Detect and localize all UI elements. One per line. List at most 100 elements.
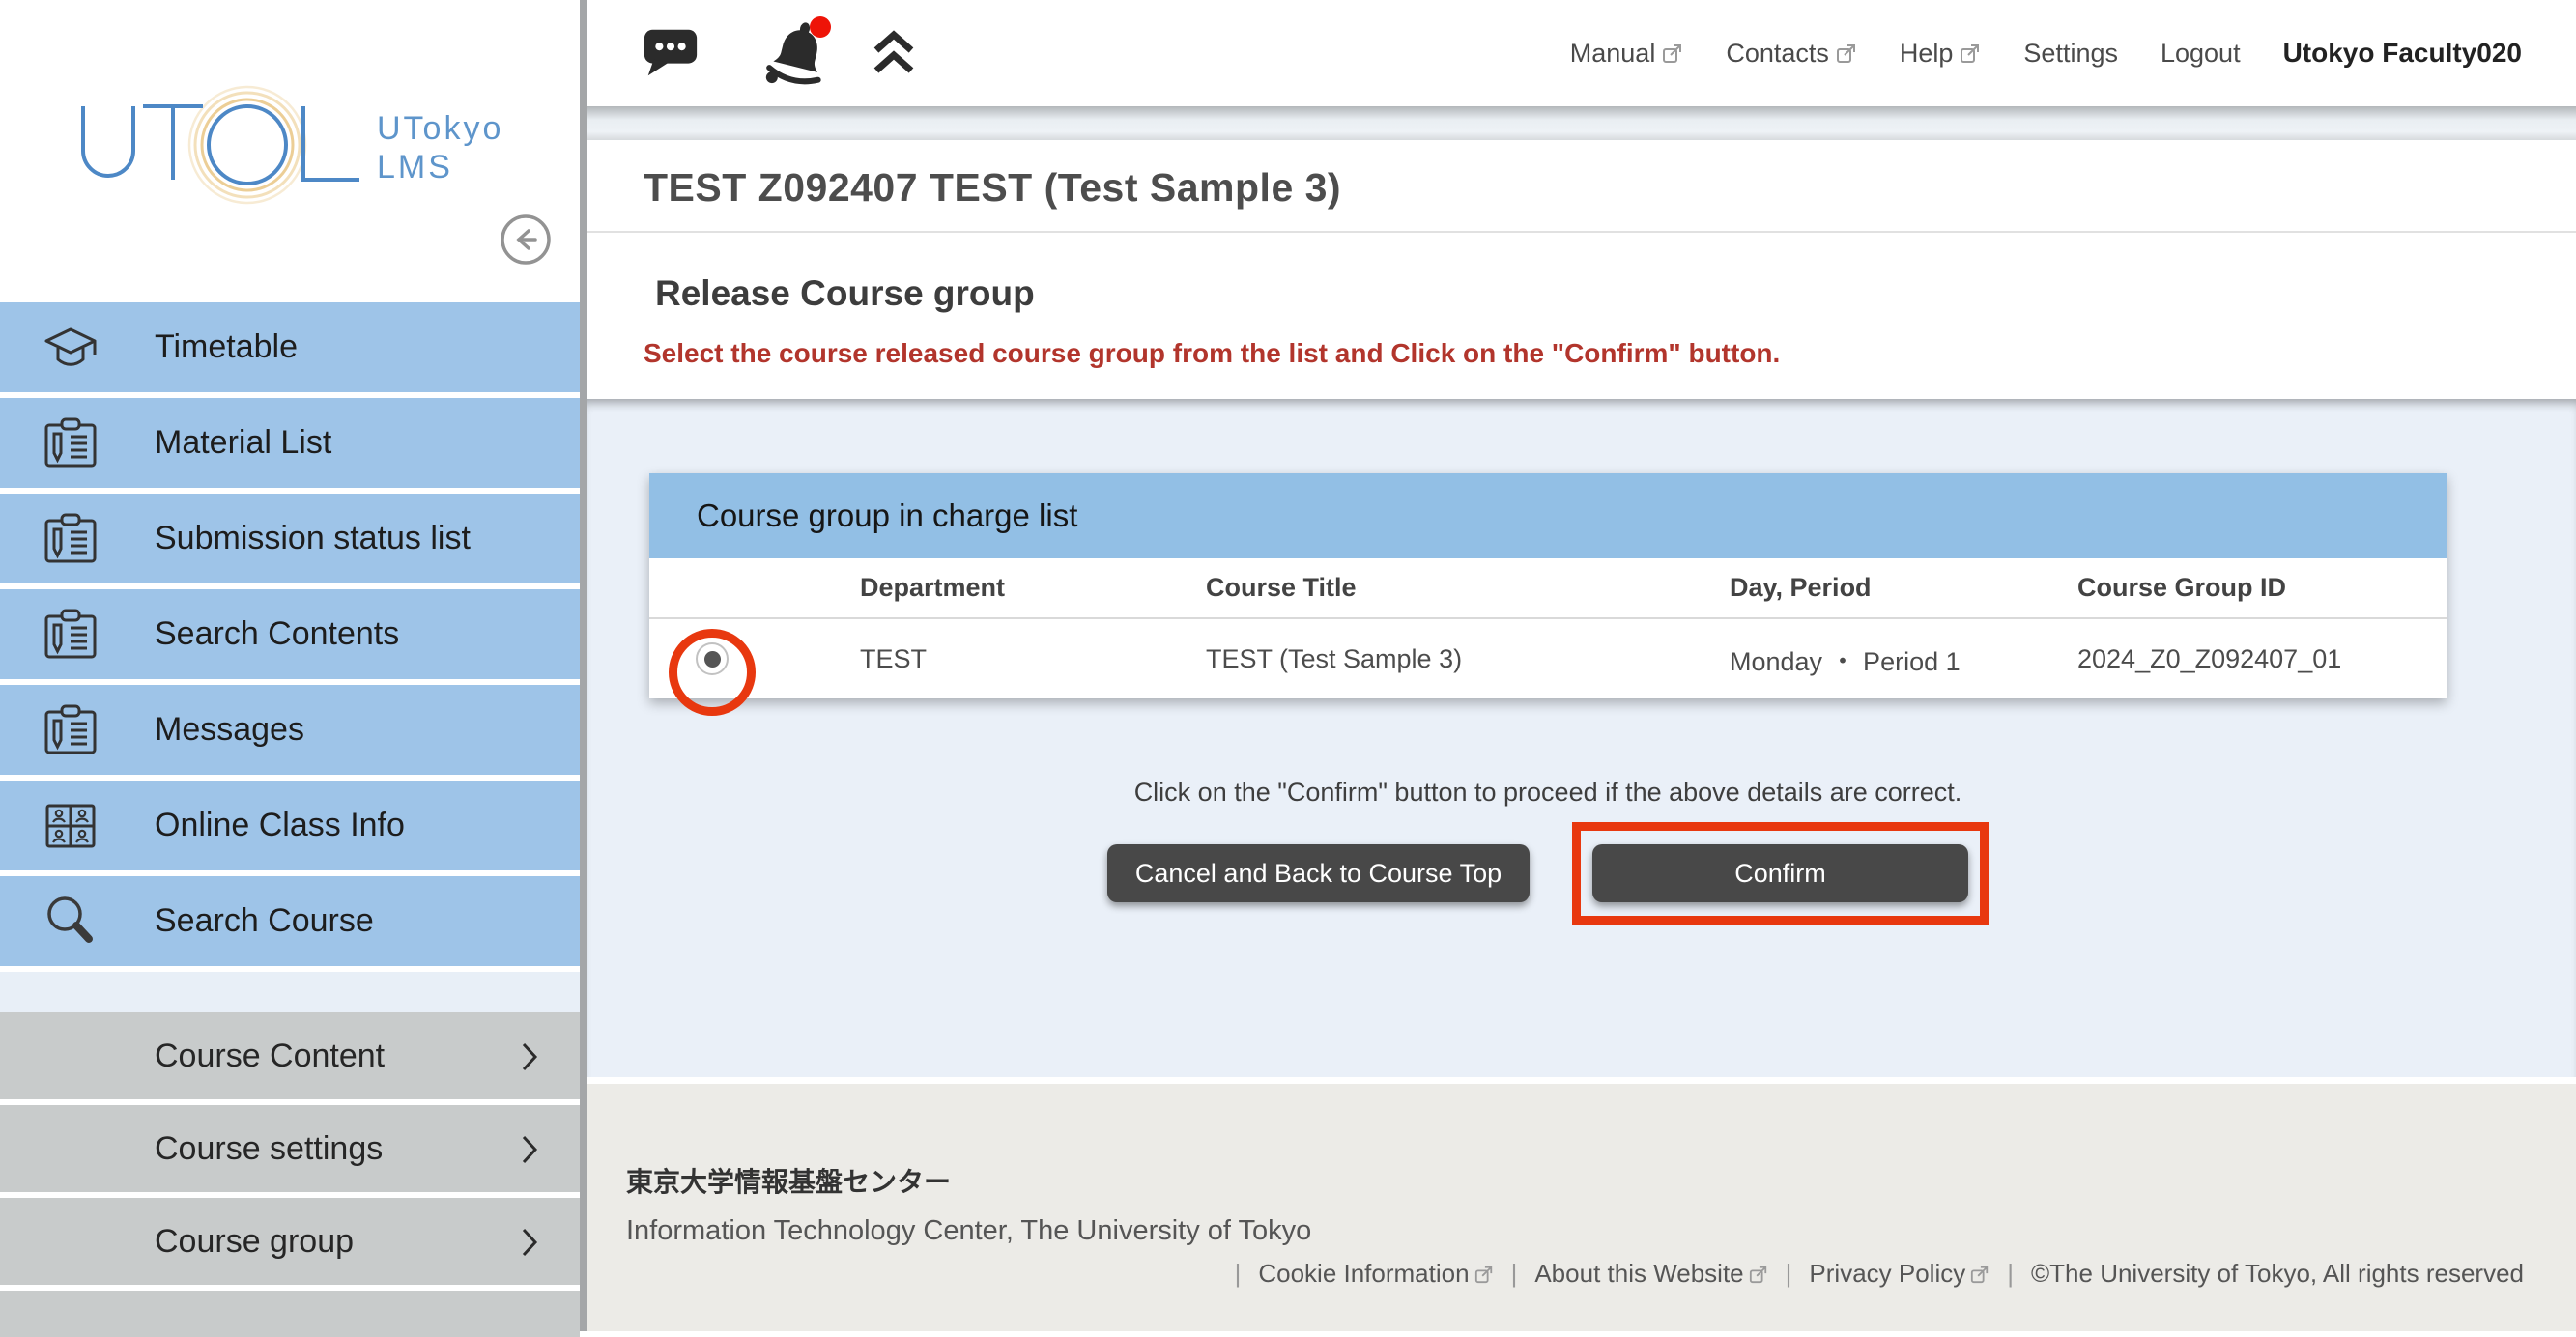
footer-links: | Cookie Information | About this Websit… (626, 1259, 2524, 1289)
footer: 東京大学情報基盤センター Information Technology Cent… (587, 1084, 2576, 1331)
topbar-nav: Manual Contacts Help Settings Logout Uto… (1570, 0, 2522, 106)
video-grid-icon (39, 794, 102, 858)
chevron-right-icon (518, 1040, 541, 1078)
nav-link-label: Settings (2023, 39, 2118, 69)
footer-org-en: Information Technology Center, The Unive… (626, 1215, 2524, 1247)
nav-link-label: Contacts (1726, 39, 1829, 69)
sidebar: UTokyo LMS Timetable (0, 0, 580, 1331)
logo-subtitle-1: UTokyo (377, 110, 503, 147)
cell-department: TEST (775, 644, 1121, 674)
magnifier-icon (39, 890, 102, 953)
cell-course-group-id: 2024_Z0_Z092407_01 (2019, 644, 2447, 674)
sidebar-section-course-content[interactable]: Course Content (0, 1012, 580, 1099)
sidebar-item-material-list[interactable]: Material List (0, 398, 580, 488)
footer-link-label: Privacy Policy (1809, 1259, 1965, 1289)
external-link-icon (1970, 1265, 1989, 1284)
cell-day-period: Monday ・ Period 1 (1643, 640, 2019, 678)
nav-link-settings[interactable]: Settings (2023, 39, 2118, 69)
buttons-row: Cancel and Back to Course Top Confirm (649, 822, 2447, 925)
external-link-icon (1749, 1265, 1768, 1284)
sidebar-item-online-class-info[interactable]: Online Class Info (0, 781, 580, 870)
sidebar-section-label: Course Content (155, 1038, 385, 1075)
radio-selected-dot (704, 651, 721, 668)
title-section: TEST Z092407 TEST (Test Sample 3) Releas… (587, 140, 2576, 399)
footer-link-cookie-information[interactable]: Cookie Information (1258, 1259, 1493, 1289)
nav-link-help[interactable]: Help (1900, 39, 1982, 69)
confirm-button[interactable]: Confirm (1592, 844, 1968, 902)
external-link-icon (1662, 43, 1683, 64)
sidebar-section-course-group[interactable]: Course group (0, 1198, 580, 1285)
content-section: Course group in charge list Department C… (587, 399, 2576, 1077)
column-header-course-group-id: Course Group ID (2019, 573, 2447, 603)
table-title: Course group in charge list (649, 473, 2447, 558)
sidebar-item-messages[interactable]: Messages (0, 685, 580, 775)
course-group-table: Course group in charge list Department C… (649, 473, 2447, 698)
sidebar-item-label: Search Course (155, 902, 374, 940)
chevron-right-icon (518, 1226, 541, 1264)
sidebar-item-label: Search Contents (155, 615, 399, 653)
nav-link-contacts[interactable]: Contacts (1726, 39, 1857, 69)
cancel-button[interactable]: Cancel and Back to Course Top (1107, 844, 1530, 902)
sidebar-partial-item (0, 1291, 580, 1337)
course-group-radio[interactable] (696, 642, 729, 675)
topbar: Manual Contacts Help Settings Logout Uto… (587, 0, 2576, 106)
sidebar-item-label: Messages (155, 711, 304, 749)
notification-bell-icon[interactable] (760, 15, 836, 91)
clipboard-icon (39, 698, 102, 762)
topbar-icons (641, 21, 919, 91)
sidebar-item-timetable[interactable]: Timetable (0, 302, 580, 392)
column-header-department: Department (775, 573, 1121, 603)
sidebar-section-label: Course settings (155, 1130, 383, 1168)
collapse-up-icon[interactable] (869, 27, 919, 77)
column-header-day-period: Day, Period (1643, 573, 2019, 603)
sidebar-divider (580, 0, 587, 1331)
nav-link-logout[interactable]: Logout (2161, 39, 2241, 69)
clipboard-icon (39, 507, 102, 571)
sidebar-collapse-button[interactable] (499, 213, 553, 267)
external-link-icon (1836, 43, 1857, 64)
sidebar-item-label: Submission status list (155, 520, 471, 557)
graduation-cap-icon (39, 316, 102, 380)
utol-logo[interactable]: UTokyo LMS (75, 79, 520, 205)
footer-link-privacy-policy[interactable]: Privacy Policy (1809, 1259, 1989, 1289)
footer-org-jp: 東京大学情報基盤センター (626, 1161, 2524, 1200)
chat-icon[interactable] (641, 21, 701, 81)
table-row: TEST TEST (Test Sample 3) Monday ・ Perio… (649, 619, 2447, 698)
footer-link-label: Cookie Information (1258, 1259, 1469, 1289)
instruction-text: Select the course released course group … (644, 338, 2576, 369)
sidebar-item-label: Online Class Info (155, 807, 405, 844)
column-header-course-title: Course Title (1121, 573, 1643, 603)
sidebar-section-label: Course group (155, 1223, 354, 1261)
separator: | (1235, 1259, 1242, 1289)
external-link-icon (1960, 43, 1981, 64)
nav-link-manual[interactable]: Manual (1570, 39, 1684, 69)
sidebar-item-search-contents[interactable]: Search Contents (0, 589, 580, 679)
chevron-right-icon (518, 1133, 541, 1171)
table-header-row: Department Course Title Day, Period Cour… (649, 558, 2447, 619)
confirm-note: Click on the "Confirm" button to proceed… (649, 778, 2447, 808)
nav-link-label: Logout (2161, 39, 2241, 69)
main-area: Manual Contacts Help Settings Logout Uto… (587, 0, 2576, 1331)
separator: | (1511, 1259, 1518, 1289)
footer-link-label: About this Website (1534, 1259, 1743, 1289)
cell-course-title: TEST (Test Sample 3) (1121, 644, 1643, 674)
section-title: Release Course group (655, 273, 2576, 314)
nav-link-label: Manual (1570, 39, 1656, 69)
sidebar-item-label: Material List (155, 424, 331, 462)
sidebar-spacer (0, 972, 580, 1012)
logged-in-user: Utokyo Faculty020 (2283, 38, 2522, 69)
footer-link-about-this-website[interactable]: About this Website (1534, 1259, 1767, 1289)
clipboard-icon (39, 412, 102, 475)
sidebar-item-submission-status-list[interactable]: Submission status list (0, 494, 580, 583)
sidebar-item-search-course[interactable]: Search Course (0, 876, 580, 966)
clipboard-icon (39, 603, 102, 667)
annotation-box-confirm: Confirm (1572, 822, 1989, 925)
logo-area: UTokyo LMS (0, 0, 580, 302)
title-divider (587, 231, 2576, 233)
topbar-shadow-strip (587, 106, 2576, 140)
external-link-icon (1474, 1265, 1494, 1284)
logo-subtitle-2: LMS (377, 149, 453, 185)
sidebar-section-course-settings[interactable]: Course settings (0, 1105, 580, 1192)
separator: | (2007, 1259, 2014, 1289)
footer-copyright: ©The University of Tokyo, All rights res… (2031, 1259, 2524, 1289)
